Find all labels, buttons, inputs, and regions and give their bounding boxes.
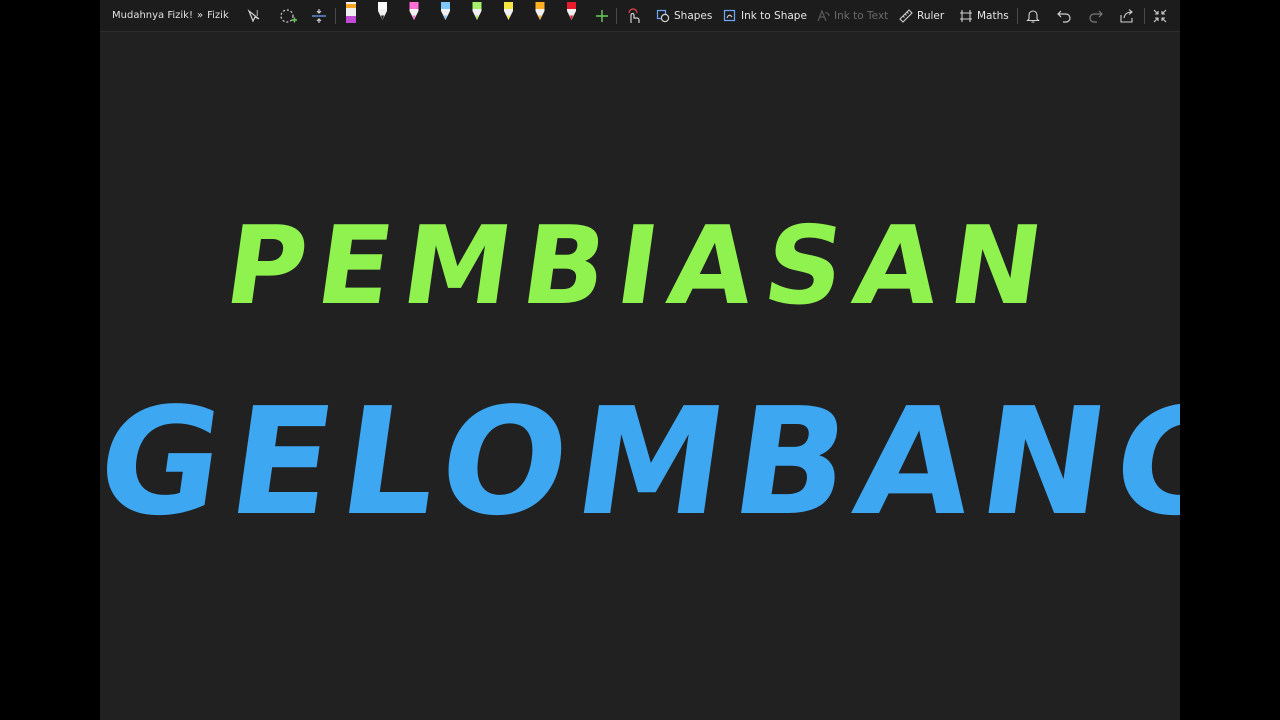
ink-to-text-button: Ink to Text	[816, 0, 888, 31]
collapse-fullscreen-icon[interactable]	[1152, 0, 1168, 31]
pen-red-icon[interactable]	[567, 2, 576, 20]
ink-to-text-icon	[817, 8, 830, 21]
redo-icon[interactable]	[1088, 0, 1104, 31]
add-space-icon[interactable]	[310, 0, 328, 31]
pen-tray	[340, 0, 602, 31]
maths-icon	[960, 9, 972, 22]
toolbar-divider	[1144, 8, 1145, 24]
toolbar-divider	[1017, 8, 1018, 24]
pen-pink-icon[interactable]	[409, 2, 419, 20]
section-name[interactable]: Fizik	[207, 10, 229, 21]
ink-to-shape-icon	[723, 9, 736, 21]
bell-icon[interactable]	[1025, 0, 1041, 31]
svg-text:I: I	[256, 9, 258, 18]
ink-title-line-2[interactable]: GELOMBANG	[100, 376, 1180, 548]
maths-button[interactable]: Maths	[959, 0, 1009, 31]
ink-to-shape-button[interactable]: Ink to Shape	[723, 0, 807, 31]
pen-light-green-icon[interactable]	[472, 2, 482, 20]
ruler-label: Ruler	[917, 9, 945, 22]
ruler-icon	[899, 8, 913, 23]
lasso-select-icon[interactable]	[278, 0, 298, 31]
pen-white-icon[interactable]	[378, 2, 387, 20]
add-pen-icon[interactable]	[595, 0, 609, 31]
onenote-window: Mudahnya Fizik! » Fizik I Shapes Ink to …	[100, 0, 1180, 720]
shapes-label: Shapes	[674, 9, 713, 22]
pen-magenta-highlighter-icon[interactable]	[346, 2, 356, 23]
ruler-button[interactable]: Ruler	[899, 0, 944, 31]
notebook-name[interactable]: Mudahnya Fizik!	[112, 10, 193, 21]
draw-toolbar: Mudahnya Fizik! » Fizik I Shapes Ink to …	[100, 0, 1180, 32]
toolbar-divider	[335, 8, 336, 24]
pen-tray-graphics[interactable]	[340, 0, 602, 31]
pen-light-blue-icon[interactable]	[441, 2, 450, 20]
shapes-button[interactable]: Shapes	[656, 0, 712, 31]
ink-title-line-1[interactable]: PEMBIASAN	[100, 204, 1180, 329]
maths-label: Maths	[977, 9, 1009, 22]
toolbar-divider	[616, 8, 617, 24]
breadcrumb[interactable]: Mudahnya Fizik! » Fizik	[112, 0, 229, 31]
touch-draw-icon[interactable]	[624, 0, 642, 31]
pen-orange-icon[interactable]	[535, 2, 545, 20]
ink-to-shape-label: Ink to Shape	[741, 9, 807, 22]
ink-to-text-label: Ink to Text	[834, 9, 889, 22]
page-canvas[interactable]: PEMBIASAN GELOMBANG	[100, 32, 1180, 720]
undo-icon[interactable]	[1056, 0, 1072, 31]
lasso-type-icon[interactable]: I	[246, 0, 264, 31]
share-icon[interactable]	[1119, 0, 1135, 31]
breadcrumb-separator: »	[196, 10, 204, 21]
pen-yellow-icon[interactable]	[504, 2, 513, 20]
shapes-icon	[656, 9, 670, 22]
